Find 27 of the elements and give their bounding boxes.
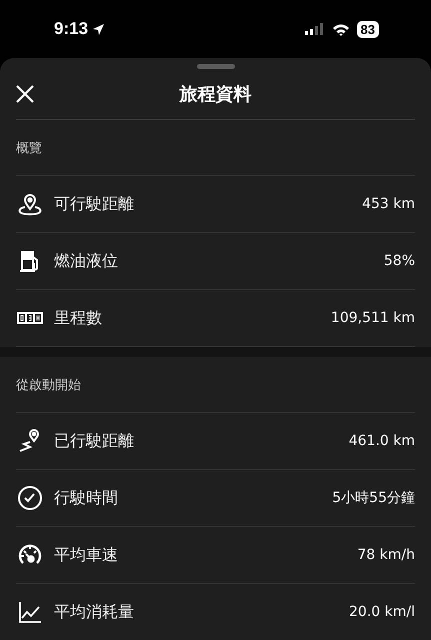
location-pin-icon <box>17 191 43 217</box>
row-value: 5小時55分鐘 <box>332 489 415 507</box>
row-label: 可行駛距離 <box>54 194 135 214</box>
signal-icon <box>304 23 325 35</box>
close-icon <box>16 85 34 103</box>
row-value: 453 km <box>362 196 415 212</box>
row-label: 里程數 <box>54 308 103 328</box>
row-value: 58% <box>384 253 415 269</box>
status-time: 9:13 <box>54 19 88 39</box>
row-value: 20.0 km/l <box>349 604 415 620</box>
row-label: 平均車速 <box>54 544 119 566</box>
section-title: 從啟動開始 <box>16 357 415 413</box>
row-label: 行駛時間 <box>54 488 119 508</box>
row-label: 燃油液位 <box>54 250 119 272</box>
row-label: 已行駛距離 <box>54 430 135 452</box>
row-label: 平均消耗量 <box>54 602 135 622</box>
sheet-handle[interactable] <box>196 64 234 69</box>
odometer-icon <box>17 311 43 325</box>
location-arrow-icon <box>92 22 106 36</box>
wifi-icon <box>332 22 350 36</box>
battery-level: 83 <box>356 20 379 38</box>
row-value: 461.0 km <box>348 433 415 449</box>
sheet-title: 旅程資料 <box>178 83 252 106</box>
section-title: 概覽 <box>16 120 415 176</box>
row-value: 109,511 km <box>330 310 415 326</box>
line-chart-icon <box>17 599 43 625</box>
row-value: 78 km/h <box>357 547 415 563</box>
